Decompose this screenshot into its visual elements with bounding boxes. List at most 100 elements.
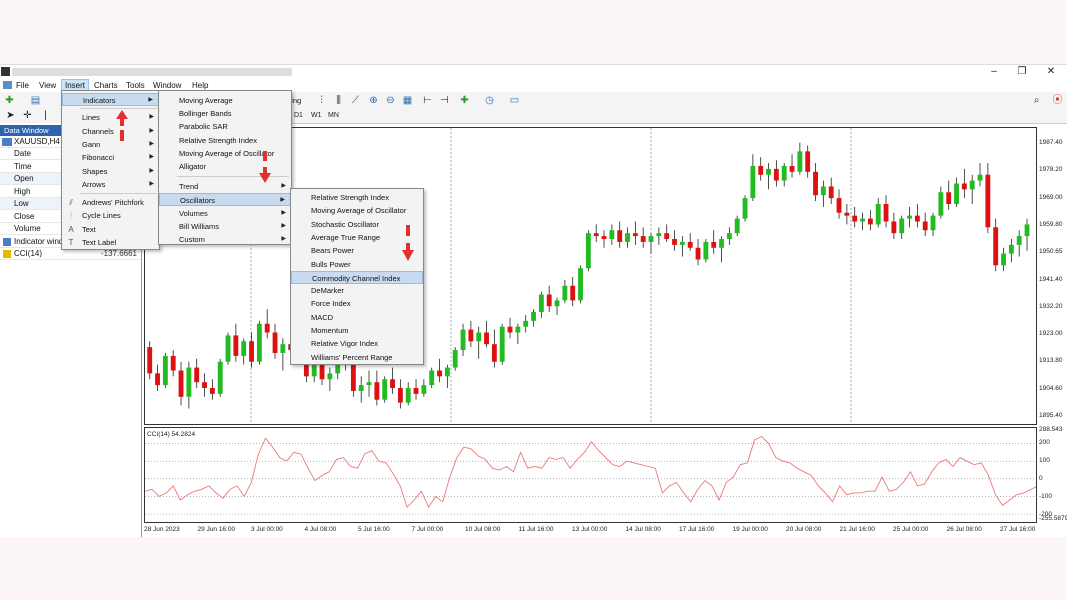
- menu-item-relative-vigor-index[interactable]: Relative Vigor Index: [291, 337, 423, 350]
- candle-body: [758, 165, 764, 175]
- menu-item-force-index[interactable]: Force Index: [291, 297, 423, 310]
- candle: [797, 142, 803, 175]
- menu-item-bill-williams[interactable]: Bill Williams ▶: [159, 220, 291, 233]
- minimize-button[interactable]: –: [984, 65, 1004, 79]
- candle: [820, 180, 826, 207]
- menu-item-fibonacci[interactable]: Fibonacci ▶: [62, 151, 159, 164]
- cci-indicator-pane[interactable]: CCI(14) 54.2824: [144, 427, 1037, 523]
- candle: [460, 323, 466, 356]
- close-button[interactable]: ✕: [1041, 65, 1061, 79]
- candle: [233, 323, 239, 362]
- candle-body: [625, 233, 630, 242]
- candle-body: [617, 230, 623, 242]
- candle-body: [327, 373, 333, 380]
- menu-item-parabolic-sar[interactable]: Parabolic SAR: [159, 120, 291, 133]
- menu-item-bollinger-bands[interactable]: Bollinger Bands: [159, 107, 291, 120]
- price-scale-label: 1987.40: [1039, 139, 1063, 146]
- candle: [672, 230, 677, 251]
- candle: [421, 379, 427, 397]
- zoom-in-icon[interactable]: ⊕: [368, 95, 379, 106]
- menu-item-williams-percent-range[interactable]: Williams' Percent Range: [291, 351, 423, 364]
- profiles-icon[interactable]: ▤: [30, 95, 41, 106]
- zoom-out-icon[interactable]: ⊖: [385, 95, 396, 106]
- price-scale-label: 1978.20: [1039, 166, 1063, 174]
- candle: [781, 163, 787, 187]
- cci-scale-label: 0: [1039, 475, 1043, 482]
- menu-item-gann[interactable]: Gann ▶: [62, 138, 159, 151]
- menu-file[interactable]: File: [13, 80, 32, 91]
- candle: [170, 350, 176, 377]
- menu-item-momentum[interactable]: Momentum: [291, 324, 423, 337]
- new-chart-icon[interactable]: ✚: [4, 95, 15, 106]
- candle-body: [170, 355, 176, 371]
- data-window-row-label: Low: [14, 199, 29, 208]
- candle: [648, 233, 654, 254]
- submenu-arrow-icon: ▶: [280, 197, 285, 204]
- periods-clock-icon[interactable]: ◷: [484, 95, 495, 106]
- timeframe-mn[interactable]: MN: [326, 111, 341, 121]
- candle: [452, 347, 458, 371]
- candle: [1016, 230, 1022, 257]
- candle-body: [209, 388, 215, 394]
- candle-body: [578, 268, 583, 301]
- menu-item-demarker[interactable]: DeMarker: [291, 284, 423, 297]
- menu-item-relative-strength-index[interactable]: Relative Strength Index: [159, 134, 291, 147]
- search-icon[interactable]: ⌕: [1031, 95, 1042, 106]
- menu-item-relative-strength-index[interactable]: Relative Strength Index: [291, 191, 423, 204]
- menu-item-label: Indicators: [83, 96, 116, 105]
- candle-body: [460, 329, 466, 351]
- candle: [444, 364, 450, 389]
- candle-body: [225, 335, 231, 362]
- templates-icon[interactable]: ▭: [509, 95, 520, 106]
- menu-item-label: Bulls Power: [311, 259, 351, 269]
- cursor-icon[interactable]: ➤: [5, 110, 16, 121]
- menu-item-moving-average-of-oscillator[interactable]: Moving Average of Oscillator: [291, 204, 423, 217]
- menu-item-indicators[interactable]: Indicators ▶: [62, 93, 159, 106]
- candle-body: [609, 230, 615, 240]
- candle-body: [969, 180, 975, 190]
- menu-item-andrews-pitchfork[interactable]: ⫽ Andrews' Pitchfork: [62, 196, 159, 209]
- menu-item-text[interactable]: A Text: [62, 223, 159, 236]
- timeframe-w1[interactable]: W1: [309, 111, 324, 121]
- candle-body: [789, 165, 795, 172]
- menu-item-macd[interactable]: MACD: [291, 311, 423, 324]
- chart-shift-icon[interactable]: ⊢: [422, 95, 433, 106]
- candle-body: [272, 332, 278, 353]
- vertical-line-icon[interactable]: |: [40, 110, 51, 121]
- candle: [202, 373, 207, 397]
- menu-item-shapes[interactable]: Shapes ▶: [62, 165, 159, 178]
- red-arrow-down-annotation-1: [259, 151, 271, 183]
- menu-item-text-label[interactable]: T Text Label: [62, 236, 159, 249]
- autoscroll-icon[interactable]: ⊣: [439, 95, 450, 106]
- time-axis-label: 17 Jul 16:00: [679, 526, 715, 533]
- indicators-icon[interactable]: ✚: [459, 95, 470, 106]
- line-chart-icon[interactable]: ⟋: [350, 95, 361, 106]
- menu-item-channels[interactable]: Channels ▶: [62, 125, 159, 138]
- candle-body: [726, 233, 732, 240]
- menu-item-oscillators[interactable]: Oscillators ▶: [159, 193, 291, 207]
- candle: [617, 221, 623, 248]
- maximize-button[interactable]: ❐: [1012, 65, 1032, 79]
- menu-item-commodity-channel-index[interactable]: Commodity Channel Index: [291, 270, 423, 284]
- menu-item-lines[interactable]: Lines ▶: [62, 111, 159, 124]
- menu-item-custom[interactable]: Custom ▶: [159, 233, 291, 246]
- menu-item-volumes[interactable]: Volumes ▶: [159, 207, 291, 220]
- candlestick-icon[interactable]: ⫼: [333, 95, 344, 106]
- menu-item-arrows[interactable]: Arrows ▶: [62, 178, 159, 191]
- candle-body: [820, 186, 826, 196]
- cci-scale-label: -255.5879: [1039, 515, 1067, 522]
- alerts-icon[interactable]: ⦿: [1052, 95, 1063, 106]
- crosshair-icon[interactable]: ✛: [22, 110, 33, 121]
- candle-body: [476, 332, 482, 342]
- menu-item-cycle-lines[interactable]: ⦙ Cycle Lines: [62, 209, 159, 222]
- candle: [1008, 239, 1014, 263]
- candle: [993, 218, 999, 272]
- time-axis-label: 29 Jun 16:00: [197, 526, 236, 533]
- data-window-row-label: Date: [14, 149, 31, 158]
- timeframe-d1[interactable]: D1: [292, 111, 305, 121]
- menu-item-moving-average[interactable]: Moving Average: [159, 94, 291, 107]
- tile-windows-icon[interactable]: ▦: [402, 95, 413, 106]
- menu-item-label: Momentum: [311, 326, 349, 335]
- menu-view[interactable]: View: [36, 80, 59, 91]
- bar-chart-icon[interactable]: ⫶: [316, 95, 327, 106]
